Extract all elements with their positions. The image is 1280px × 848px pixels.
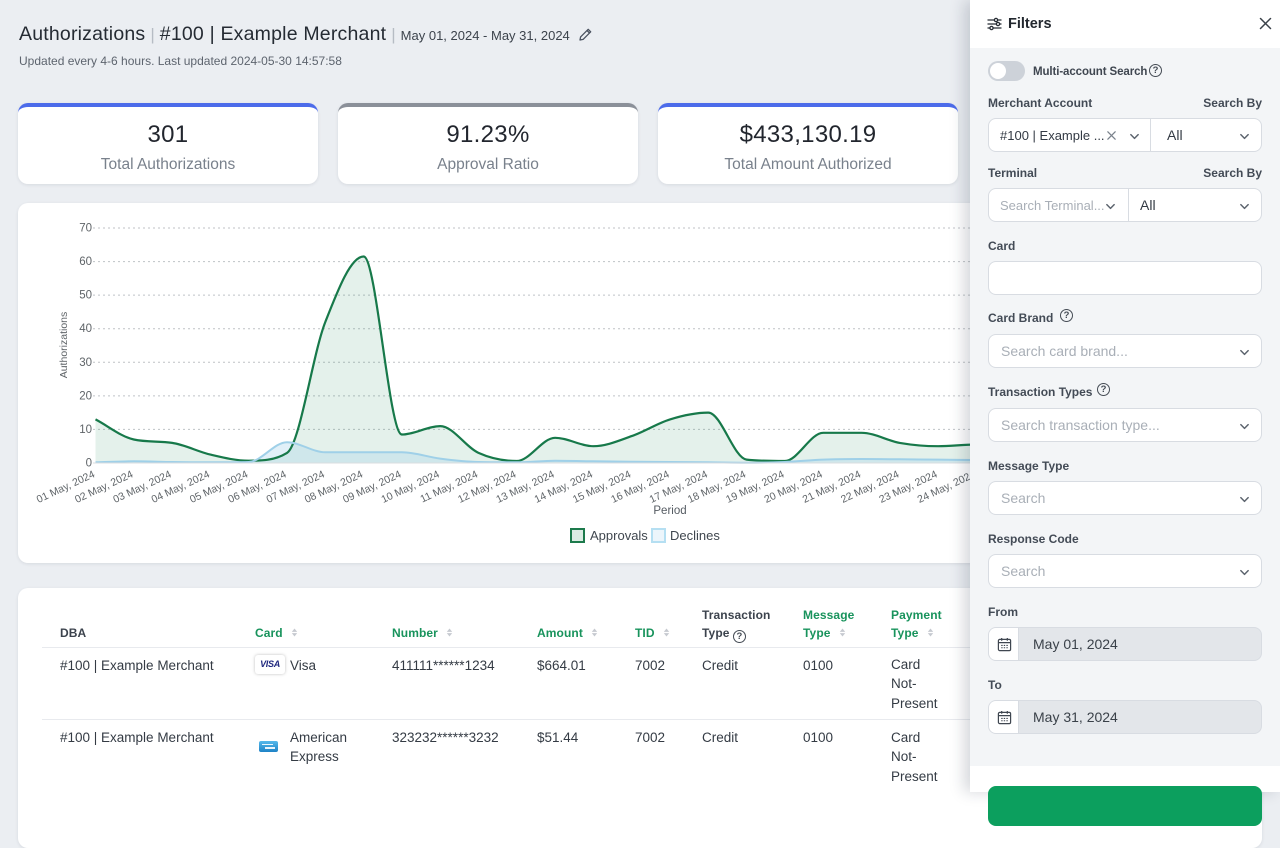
svg-text:50: 50 <box>79 290 92 302</box>
svg-text:60: 60 <box>79 256 92 268</box>
svg-text:Approvals: Approvals <box>590 528 648 543</box>
svg-text:Declines: Declines <box>670 528 720 543</box>
svg-text:Authorizations: Authorizations <box>58 312 70 379</box>
svg-text:70: 70 <box>79 223 92 235</box>
svg-text:20: 20 <box>79 390 92 402</box>
svg-text:40: 40 <box>79 323 92 335</box>
svg-text:30: 30 <box>79 357 92 369</box>
svg-text:Period: Period <box>653 505 686 517</box>
svg-text:10: 10 <box>79 424 92 436</box>
